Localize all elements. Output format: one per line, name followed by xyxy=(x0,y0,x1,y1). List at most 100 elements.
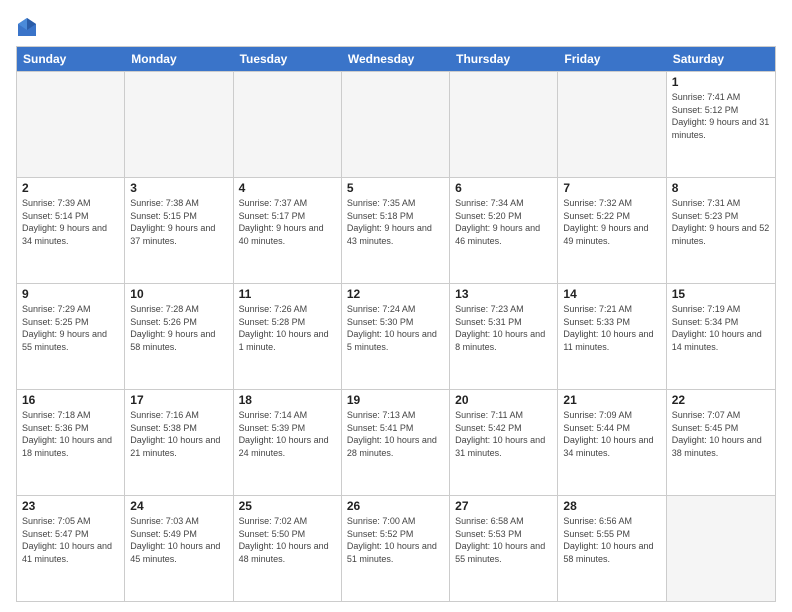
calendar-cell: 20 Sunrise: 7:11 AM Sunset: 5:42 PM Dayli… xyxy=(450,390,558,495)
calendar-cell xyxy=(342,72,450,177)
day-info: Sunrise: 7:09 AM Sunset: 5:44 PM Dayligh… xyxy=(563,409,660,459)
day-number: 9 xyxy=(22,287,119,301)
day-info: Sunrise: 7:28 AM Sunset: 5:26 PM Dayligh… xyxy=(130,303,227,353)
day-number: 2 xyxy=(22,181,119,195)
day-info: Sunrise: 7:00 AM Sunset: 5:52 PM Dayligh… xyxy=(347,515,444,565)
calendar-cell: 26 Sunrise: 7:00 AM Sunset: 5:52 PM Dayli… xyxy=(342,496,450,601)
day-info: Sunrise: 7:19 AM Sunset: 5:34 PM Dayligh… xyxy=(672,303,770,353)
day-info: Sunrise: 7:34 AM Sunset: 5:20 PM Dayligh… xyxy=(455,197,552,247)
day-number: 23 xyxy=(22,499,119,513)
day-number: 27 xyxy=(455,499,552,513)
calendar-cell: 7 Sunrise: 7:32 AM Sunset: 5:22 PM Daylig… xyxy=(558,178,666,283)
day-number: 5 xyxy=(347,181,444,195)
calendar-cell: 13 Sunrise: 7:23 AM Sunset: 5:31 PM Dayli… xyxy=(450,284,558,389)
calendar-week-1: 1 Sunrise: 7:41 AM Sunset: 5:12 PM Daylig… xyxy=(17,71,775,177)
day-number: 7 xyxy=(563,181,660,195)
day-number: 17 xyxy=(130,393,227,407)
day-info: Sunrise: 7:11 AM Sunset: 5:42 PM Dayligh… xyxy=(455,409,552,459)
day-info: Sunrise: 6:58 AM Sunset: 5:53 PM Dayligh… xyxy=(455,515,552,565)
day-number: 24 xyxy=(130,499,227,513)
calendar-cell: 27 Sunrise: 6:58 AM Sunset: 5:53 PM Dayli… xyxy=(450,496,558,601)
calendar-cell: 22 Sunrise: 7:07 AM Sunset: 5:45 PM Dayli… xyxy=(667,390,775,495)
calendar-week-2: 2 Sunrise: 7:39 AM Sunset: 5:14 PM Daylig… xyxy=(17,177,775,283)
calendar-cell xyxy=(667,496,775,601)
day-number: 22 xyxy=(672,393,770,407)
calendar-cell: 17 Sunrise: 7:16 AM Sunset: 5:38 PM Dayli… xyxy=(125,390,233,495)
calendar-cell: 11 Sunrise: 7:26 AM Sunset: 5:28 PM Dayli… xyxy=(234,284,342,389)
calendar-cell xyxy=(558,72,666,177)
day-info: Sunrise: 7:23 AM Sunset: 5:31 PM Dayligh… xyxy=(455,303,552,353)
day-number: 14 xyxy=(563,287,660,301)
logo-icon xyxy=(16,16,38,38)
day-info: Sunrise: 7:18 AM Sunset: 5:36 PM Dayligh… xyxy=(22,409,119,459)
calendar: SundayMondayTuesdayWednesdayThursdayFrid… xyxy=(16,46,776,602)
day-number: 4 xyxy=(239,181,336,195)
day-number: 26 xyxy=(347,499,444,513)
calendar-cell: 15 Sunrise: 7:19 AM Sunset: 5:34 PM Dayli… xyxy=(667,284,775,389)
calendar-header: SundayMondayTuesdayWednesdayThursdayFrid… xyxy=(17,47,775,71)
day-number: 10 xyxy=(130,287,227,301)
day-number: 1 xyxy=(672,75,770,89)
calendar-cell: 25Sunrise: 7:02 AM Sunset: 5:50 PM Dayli… xyxy=(234,496,342,601)
day-number: 21 xyxy=(563,393,660,407)
calendar-cell: 19 Sunrise: 7:13 AM Sunset: 5:41 PM Dayli… xyxy=(342,390,450,495)
header-day-monday: Monday xyxy=(125,47,233,71)
calendar-cell: 4 Sunrise: 7:37 AM Sunset: 5:17 PM Daylig… xyxy=(234,178,342,283)
day-info: Sunrise: 7:37 AM Sunset: 5:17 PM Dayligh… xyxy=(239,197,336,247)
day-info: Sunrise: 7:31 AM Sunset: 5:23 PM Dayligh… xyxy=(672,197,770,247)
calendar-cell: 2 Sunrise: 7:39 AM Sunset: 5:14 PM Daylig… xyxy=(17,178,125,283)
header-day-wednesday: Wednesday xyxy=(342,47,450,71)
day-number: 11 xyxy=(239,287,336,301)
day-info: Sunrise: 6:56 AM Sunset: 5:55 PM Dayligh… xyxy=(563,515,660,565)
calendar-cell: 5 Sunrise: 7:35 AM Sunset: 5:18 PM Daylig… xyxy=(342,178,450,283)
day-info: Sunrise: 7:07 AM Sunset: 5:45 PM Dayligh… xyxy=(672,409,770,459)
calendar-cell: 3 Sunrise: 7:38 AM Sunset: 5:15 PM Daylig… xyxy=(125,178,233,283)
day-number: 25 xyxy=(239,499,336,513)
calendar-body: 1 Sunrise: 7:41 AM Sunset: 5:12 PM Daylig… xyxy=(17,71,775,601)
day-number: 16 xyxy=(22,393,119,407)
day-info: Sunrise: 7:26 AM Sunset: 5:28 PM Dayligh… xyxy=(239,303,336,353)
header-day-friday: Friday xyxy=(558,47,666,71)
day-info: Sunrise: 7:21 AM Sunset: 5:33 PM Dayligh… xyxy=(563,303,660,353)
calendar-cell: 23 Sunrise: 7:05 AM Sunset: 5:47 PM Dayli… xyxy=(17,496,125,601)
calendar-cell: 14 Sunrise: 7:21 AM Sunset: 5:33 PM Dayli… xyxy=(558,284,666,389)
calendar-week-5: 23 Sunrise: 7:05 AM Sunset: 5:47 PM Dayli… xyxy=(17,495,775,601)
day-number: 19 xyxy=(347,393,444,407)
day-info: Sunrise: 7:32 AM Sunset: 5:22 PM Dayligh… xyxy=(563,197,660,247)
day-number: 20 xyxy=(455,393,552,407)
calendar-cell: 6 Sunrise: 7:34 AM Sunset: 5:20 PM Daylig… xyxy=(450,178,558,283)
header-day-saturday: Saturday xyxy=(667,47,775,71)
calendar-cell: 1 Sunrise: 7:41 AM Sunset: 5:12 PM Daylig… xyxy=(667,72,775,177)
day-info: Sunrise: 7:03 AM Sunset: 5:49 PM Dayligh… xyxy=(130,515,227,565)
day-info: Sunrise: 7:41 AM Sunset: 5:12 PM Dayligh… xyxy=(672,91,770,141)
day-info: Sunrise: 7:13 AM Sunset: 5:41 PM Dayligh… xyxy=(347,409,444,459)
calendar-cell: 24 Sunrise: 7:03 AM Sunset: 5:49 PM Dayli… xyxy=(125,496,233,601)
day-number: 12 xyxy=(347,287,444,301)
day-info: Sunrise: 7:39 AM Sunset: 5:14 PM Dayligh… xyxy=(22,197,119,247)
calendar-cell: 10 Sunrise: 7:28 AM Sunset: 5:26 PM Dayli… xyxy=(125,284,233,389)
calendar-cell xyxy=(125,72,233,177)
day-number: 15 xyxy=(672,287,770,301)
calendar-week-3: 9 Sunrise: 7:29 AM Sunset: 5:25 PM Daylig… xyxy=(17,283,775,389)
logo xyxy=(16,16,40,38)
header xyxy=(16,16,776,38)
day-number: 3 xyxy=(130,181,227,195)
day-info: Sunrise: 7:35 AM Sunset: 5:18 PM Dayligh… xyxy=(347,197,444,247)
calendar-cell: 8Sunrise: 7:31 AM Sunset: 5:23 PM Daylig… xyxy=(667,178,775,283)
day-info: Sunrise: 7:24 AM Sunset: 5:30 PM Dayligh… xyxy=(347,303,444,353)
day-number: 13 xyxy=(455,287,552,301)
day-info: Sunrise: 7:29 AM Sunset: 5:25 PM Dayligh… xyxy=(22,303,119,353)
day-info: Sunrise: 7:05 AM Sunset: 5:47 PM Dayligh… xyxy=(22,515,119,565)
day-info: Sunrise: 7:38 AM Sunset: 5:15 PM Dayligh… xyxy=(130,197,227,247)
day-info: Sunrise: 7:14 AM Sunset: 5:39 PM Dayligh… xyxy=(239,409,336,459)
calendar-week-4: 16 Sunrise: 7:18 AM Sunset: 5:36 PM Dayli… xyxy=(17,389,775,495)
calendar-cell: 16 Sunrise: 7:18 AM Sunset: 5:36 PM Dayli… xyxy=(17,390,125,495)
calendar-cell xyxy=(17,72,125,177)
page: SundayMondayTuesdayWednesdayThursdayFrid… xyxy=(0,0,792,612)
day-number: 18 xyxy=(239,393,336,407)
day-number: 6 xyxy=(455,181,552,195)
calendar-cell: 9 Sunrise: 7:29 AM Sunset: 5:25 PM Daylig… xyxy=(17,284,125,389)
calendar-cell xyxy=(234,72,342,177)
calendar-cell: 21 Sunrise: 7:09 AM Sunset: 5:44 PM Dayli… xyxy=(558,390,666,495)
day-info: Sunrise: 7:16 AM Sunset: 5:38 PM Dayligh… xyxy=(130,409,227,459)
